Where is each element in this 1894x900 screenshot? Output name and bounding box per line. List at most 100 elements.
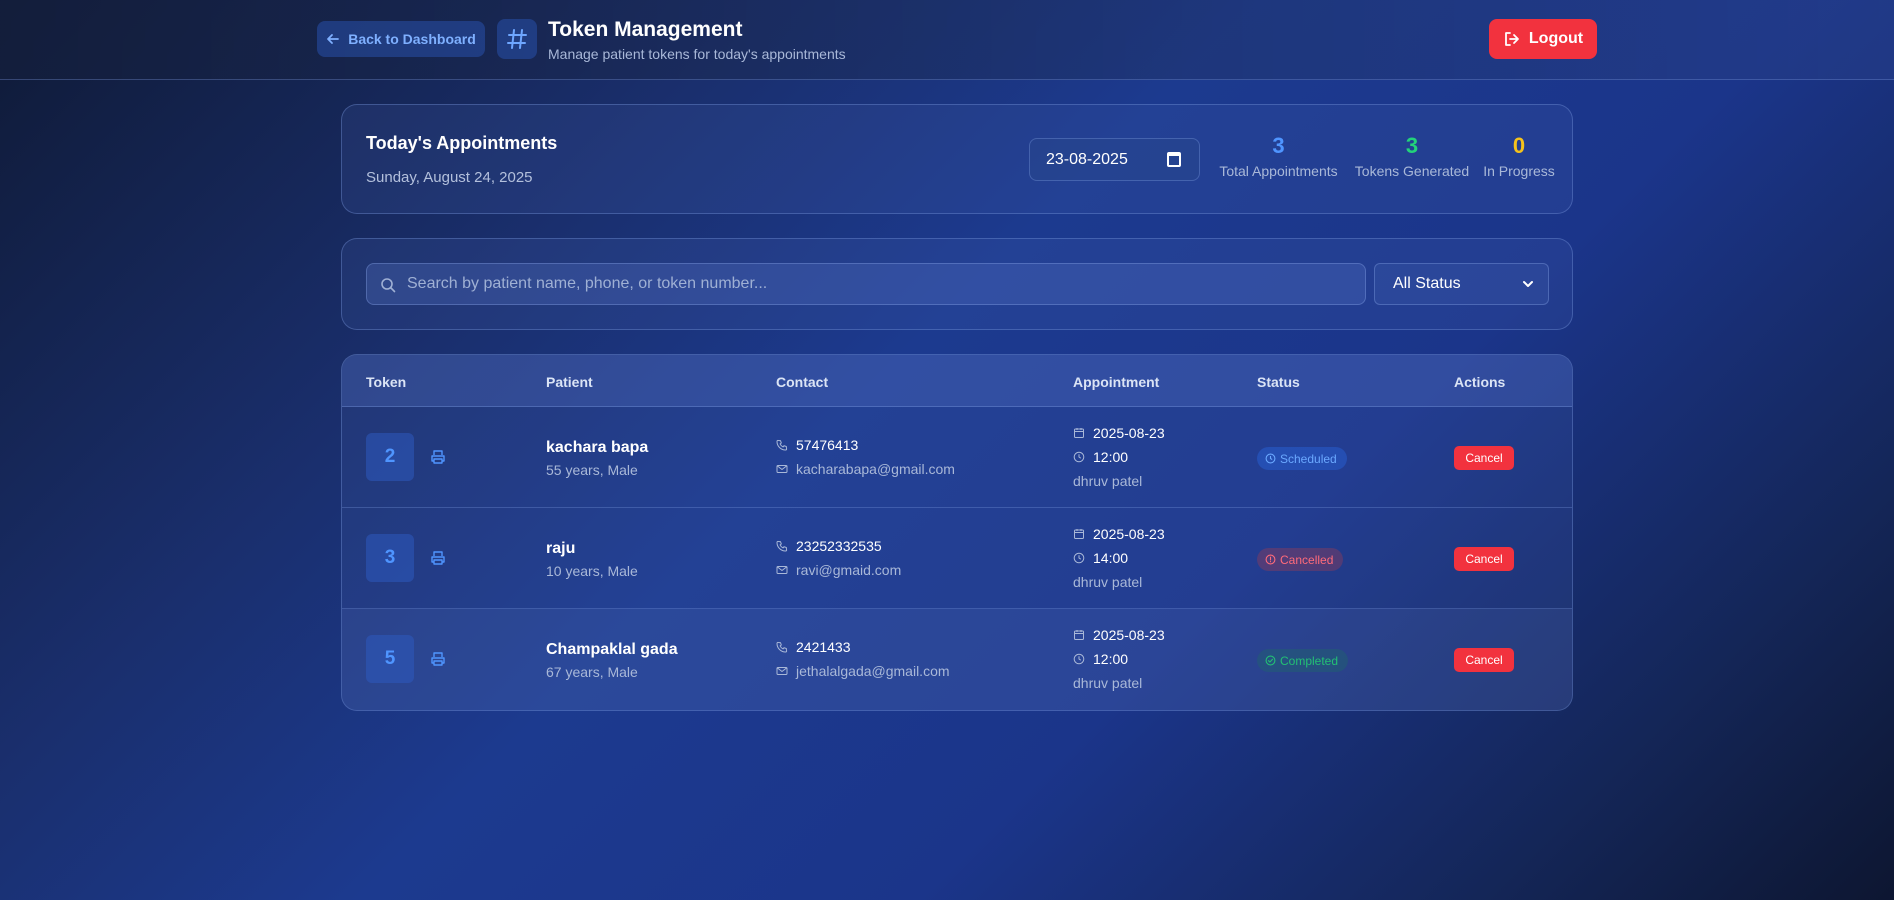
stat-value: 0 [1512, 133, 1526, 158]
contact-phone: 23252332535 [776, 538, 882, 554]
appointments-date: Sunday, August 24, 2025 [366, 169, 533, 186]
date-value: 2025-08-23 [1093, 526, 1165, 542]
status-label: Completed [1280, 653, 1339, 668]
appointments-summary-card: Today's Appointments Sunday, August 24, … [341, 104, 1573, 214]
clock-icon [1073, 653, 1085, 665]
calendar-icon [1073, 629, 1085, 641]
search-placeholder: Search by patient name, phone, or token … [407, 275, 768, 292]
contact-phone: 2421433 [776, 639, 851, 655]
date-value: 2025-08-23 [1093, 627, 1165, 643]
logout-icon [1503, 30, 1521, 48]
status-select-value: All Status [1393, 275, 1461, 292]
patient-meta: 67 years, Male [546, 664, 638, 680]
status-badge: Completed [1257, 649, 1349, 672]
cancel-button[interactable]: Cancel [1454, 446, 1514, 470]
back-to-dashboard-button[interactable]: Back to Dashboard [317, 21, 485, 57]
email-address: kacharabapa@gmail.com [796, 461, 955, 477]
email-address: jethalalgada@gmail.com [796, 663, 950, 679]
check-circle-icon [1265, 655, 1276, 666]
token-number: 2 [366, 433, 414, 481]
printer-icon[interactable] [430, 449, 446, 465]
phone-number: 57476413 [796, 437, 859, 453]
printer-icon[interactable] [430, 651, 446, 667]
token-number: 5 [366, 635, 414, 683]
appointment-date: 2025-08-23 [1073, 425, 1165, 441]
status-filter-select[interactable]: All Status [1374, 263, 1549, 305]
stat-value: 3 [1405, 133, 1419, 158]
cancel-button[interactable]: Cancel [1454, 547, 1514, 571]
time-value: 14:00 [1093, 550, 1129, 566]
calendar-icon [1073, 427, 1085, 439]
phone-icon [776, 641, 788, 653]
filters-card: Search by patient name, phone, or token … [341, 238, 1573, 330]
back-button-label: Back to Dashboard [348, 31, 476, 47]
patient-name: kachara bapa [546, 439, 649, 456]
contact-email: ravi@gmaid.com [776, 562, 901, 578]
stat-label: Tokens Generated [1354, 163, 1470, 179]
calendar-icon [1073, 528, 1085, 540]
stat-tokens-generated: 3 Tokens Generated [1353, 133, 1471, 180]
status-label: Scheduled [1280, 451, 1337, 466]
mail-icon [776, 463, 788, 475]
phone-number: 2421433 [796, 639, 851, 655]
time-value: 12:00 [1093, 651, 1129, 667]
mail-icon [776, 665, 788, 677]
appointment-date: 2025-08-23 [1073, 627, 1165, 643]
printer-icon[interactable] [430, 550, 446, 566]
clock-icon [1265, 453, 1276, 464]
status-badge: Cancelled [1257, 548, 1344, 571]
doctor-name: dhruv patel [1073, 675, 1143, 691]
appointment-time: 12:00 [1073, 651, 1128, 667]
hash-icon [497, 19, 537, 59]
page-subtitle: Manage patient tokens for today's appoin… [548, 46, 846, 62]
token-number: 3 [366, 534, 414, 582]
search-input[interactable]: Search by patient name, phone, or token … [366, 263, 1366, 305]
logout-button[interactable]: Logout [1489, 19, 1597, 59]
table-row: 5 Champaklal gada 67 years, Male 2421433… [342, 609, 1572, 710]
appointment-time: 14:00 [1073, 550, 1128, 566]
contact-phone: 57476413 [776, 437, 858, 453]
top-header: Back to Dashboard Token Management Manag… [0, 0, 1894, 80]
header-patient: Patient [546, 374, 593, 390]
email-address: ravi@gmaid.com [796, 562, 902, 578]
date-picker-input[interactable]: 23-08-2025 [1029, 138, 1200, 181]
patient-name: raju [546, 540, 576, 557]
table-row: 3 raju 10 years, Male 23252332535 ravi@g… [342, 508, 1572, 609]
header-status: Status [1257, 374, 1300, 390]
header-appointment: Appointment [1073, 374, 1160, 390]
chevron-down-icon [1522, 277, 1534, 291]
alert-circle-icon [1265, 554, 1276, 565]
status-badge: Scheduled [1257, 447, 1347, 470]
doctor-name: dhruv patel [1073, 574, 1143, 590]
cancel-button[interactable]: Cancel [1454, 648, 1514, 672]
logout-label: Logout [1528, 30, 1584, 47]
stat-label: Total Appointments [1219, 163, 1338, 179]
stat-in-progress: 0 In Progress [1479, 133, 1559, 180]
tokens-table: Token Patient Contact Appointment Status… [341, 354, 1573, 711]
date-value: 23-08-2025 [1046, 150, 1128, 168]
time-value: 12:00 [1093, 449, 1129, 465]
calendar-icon[interactable] [1167, 152, 1181, 167]
phone-icon [776, 439, 788, 451]
search-icon [380, 277, 396, 293]
table-row: 2 kachara bapa 55 years, Male 57476413 k… [342, 407, 1572, 508]
stat-total-appointments: 3 Total Appointments [1216, 133, 1341, 180]
contact-email: kacharabapa@gmail.com [776, 461, 955, 477]
page-title: Token Management [548, 18, 743, 41]
phone-number: 23252332535 [796, 538, 882, 554]
stat-label: In Progress [1483, 163, 1555, 179]
table-header: Token Patient Contact Appointment Status… [342, 355, 1572, 407]
appointment-time: 12:00 [1073, 449, 1128, 465]
clock-icon [1073, 552, 1085, 564]
clock-icon [1073, 451, 1085, 463]
appointment-date: 2025-08-23 [1073, 526, 1165, 542]
patient-name: Champaklal gada [546, 641, 678, 658]
stat-value: 3 [1272, 133, 1285, 158]
mail-icon [776, 564, 788, 576]
header-token: Token [366, 374, 407, 390]
header-contact: Contact [776, 374, 829, 390]
header-actions: Actions [1454, 374, 1506, 390]
patient-meta: 55 years, Male [546, 462, 638, 478]
contact-email: jethalalgada@gmail.com [776, 663, 950, 679]
arrow-left-icon [326, 32, 340, 46]
